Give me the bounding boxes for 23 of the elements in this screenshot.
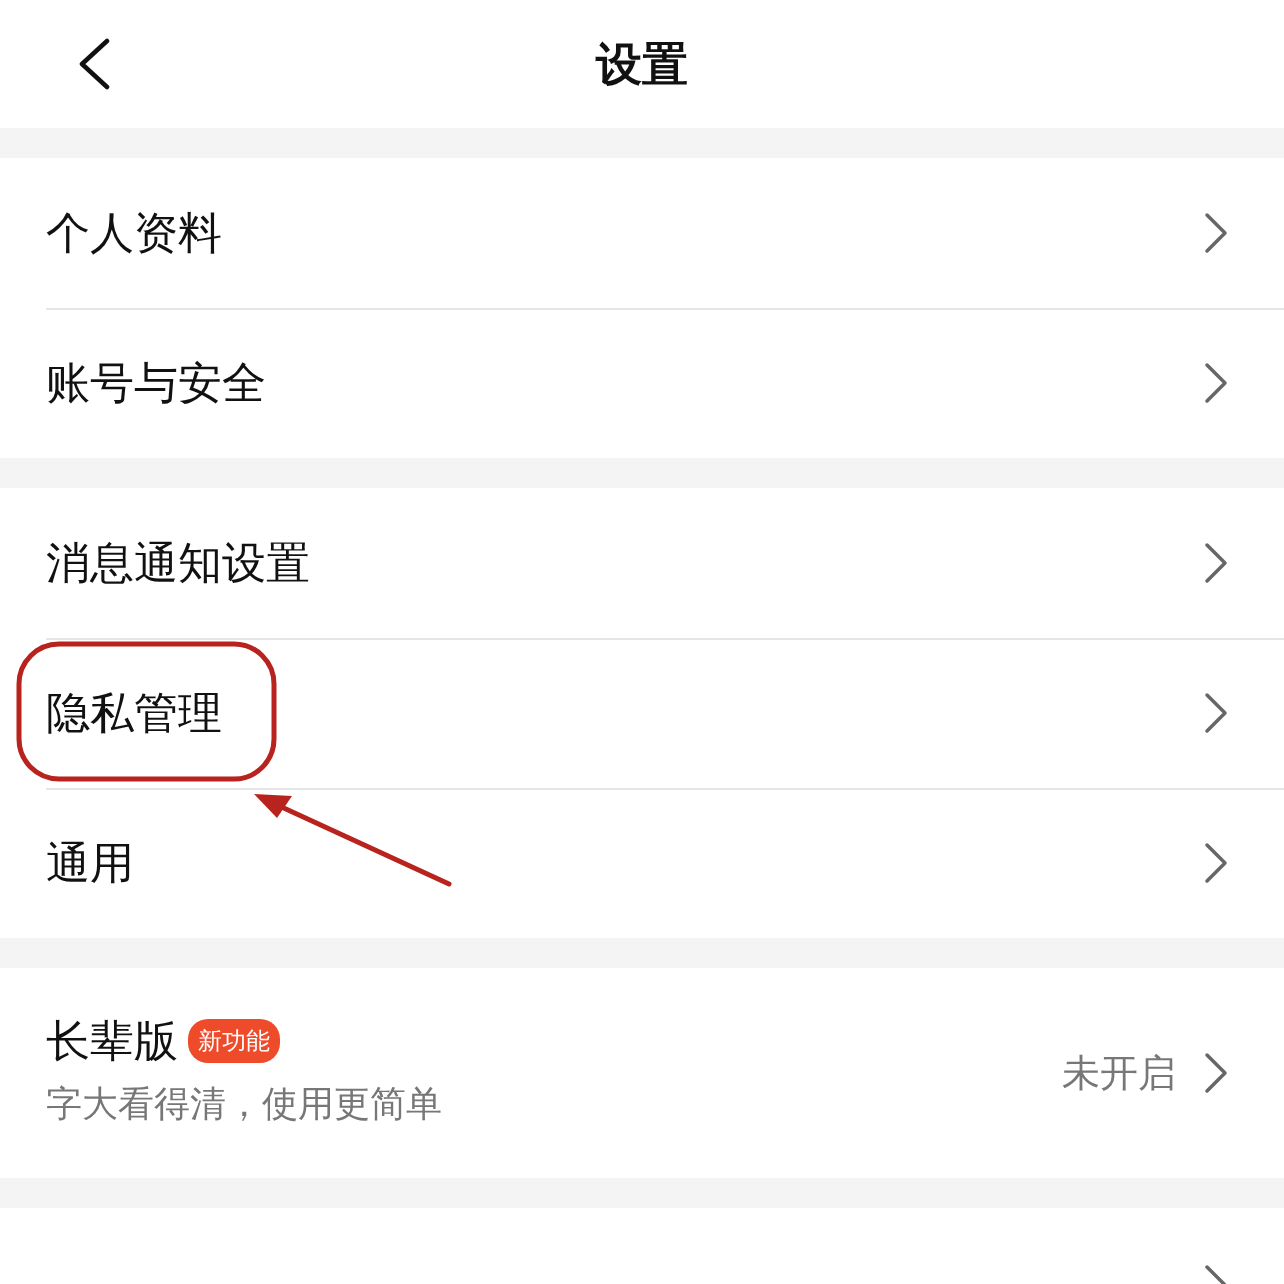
settings-row[interactable]: 长辈版 新功能 字大看得清，使用更简单 未开启 — [0, 968, 1284, 1178]
row-label: 消息通知设置 — [46, 536, 310, 590]
chevron-icon — [1204, 1052, 1228, 1094]
back-icon[interactable] — [78, 38, 110, 90]
new-badge: 新功能 — [188, 1019, 280, 1063]
chevron-icon — [1204, 692, 1228, 734]
settings-row[interactable]: 通用 — [0, 788, 1284, 938]
row-label: 隐私管理 — [46, 686, 222, 740]
row-label: 通用 — [46, 836, 134, 890]
settings-row[interactable]: 个人资料 — [0, 158, 1284, 308]
row-subtitle: 字大看得清，使用更简单 — [46, 1082, 443, 1127]
row-label: 长辈版 — [46, 1014, 178, 1068]
settings-row[interactable]: 消息通知设置 — [0, 488, 1284, 638]
chevron-icon — [1204, 542, 1228, 584]
chevron-icon — [1204, 842, 1228, 884]
row-label: 个人资料 — [46, 206, 222, 260]
row-label: 账号与安全 — [46, 356, 266, 410]
chevron-icon — [1204, 212, 1228, 254]
settings-row[interactable]: 账号与安全 — [0, 308, 1284, 458]
settings-row[interactable]: 隐私管理 — [0, 638, 1284, 788]
chevron-icon — [1204, 362, 1228, 404]
page-title: 设置 — [596, 35, 688, 93]
row-value: 未开启 — [1062, 1049, 1176, 1097]
